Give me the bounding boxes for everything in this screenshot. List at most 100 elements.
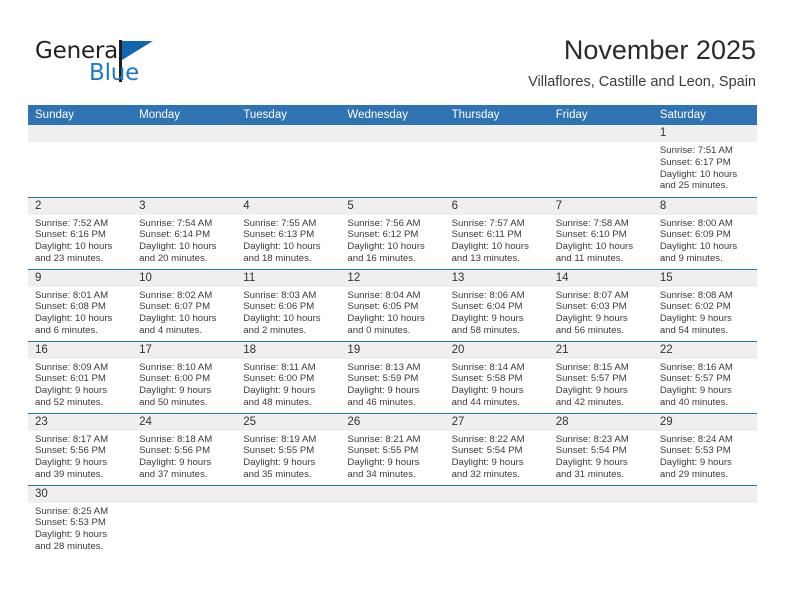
day-number-band: 25 bbox=[236, 413, 341, 431]
sun-times-line: Daylight: 10 hours bbox=[659, 241, 738, 253]
calendar-day-cell[interactable]: 28 Sunrise: 8:23 AM Sunset: 5:54 PM Dayligh… bbox=[548, 412, 653, 485]
sun-times-line: Sunrise: 7:51 AM bbox=[659, 145, 733, 156]
calendar-day-cell[interactable]: 17 Sunrise: 8:10 AM Sunset: 6:00 PM Dayligh… bbox=[132, 340, 237, 413]
calendar-day-cell[interactable]: 27 Sunrise: 8:22 AM Sunset: 5:54 PM Dayligh… bbox=[444, 412, 549, 485]
weekday-header-tuesday: Tuesday bbox=[236, 105, 341, 125]
sun-times-details: Sunrise: 8:01 AM Sunset: 6:08 PM Daylight:… bbox=[28, 287, 132, 337]
day-number: 12 bbox=[347, 271, 361, 284]
calendar-day-cell[interactable]: 4 Sunrise: 7:55 AM Sunset: 6:13 PM Daylight… bbox=[236, 196, 341, 269]
calendar-day-cell[interactable]: 24 Sunrise: 8:18 AM Sunset: 5:56 PM Dayligh… bbox=[132, 412, 237, 485]
day-number: 25 bbox=[243, 415, 257, 428]
calendar-day-cell-empty bbox=[444, 125, 549, 197]
sun-times-line: and 6 minutes. bbox=[35, 324, 98, 336]
sun-times-details: Sunrise: 8:09 AM Sunset: 6:01 PM Daylight:… bbox=[28, 359, 132, 409]
calendar-day-cell-empty bbox=[132, 125, 237, 197]
sun-times-details: Sunrise: 8:07 AM Sunset: 6:03 PM Daylight:… bbox=[549, 287, 653, 337]
day-number-band bbox=[444, 485, 549, 503]
day-number-band bbox=[28, 125, 133, 142]
sun-times-line: and 23 minutes. bbox=[35, 252, 104, 264]
sun-times-details bbox=[236, 142, 340, 145]
calendar-day-cell[interactable]: 2 Sunrise: 7:52 AM Sunset: 6:16 PM Daylight… bbox=[28, 196, 133, 269]
sun-times-line: Sunrise: 8:13 AM bbox=[347, 361, 421, 373]
calendar-day-cell[interactable]: 19 Sunrise: 8:13 AM Sunset: 5:59 PM Dayligh… bbox=[340, 340, 445, 413]
calendar-day-cell[interactable]: 11 Sunrise: 8:03 AM Sunset: 6:06 PM Dayligh… bbox=[236, 268, 341, 341]
calendar-day-cell[interactable]: 7 Sunrise: 7:58 AM Sunset: 6:10 PM Daylight… bbox=[548, 196, 653, 269]
sun-times-line: and 29 minutes. bbox=[659, 468, 729, 480]
page-subtitle: Villaflores, Castille and Leon, Spain bbox=[528, 74, 756, 90]
sun-times-details: Sunrise: 8:04 AM Sunset: 6:05 PM Daylight:… bbox=[340, 287, 444, 337]
sun-times-line: Sunrise: 8:16 AM bbox=[659, 361, 733, 373]
sun-times-line: Sunrise: 8:15 AM bbox=[555, 361, 629, 373]
sun-times-line: and 31 minutes. bbox=[555, 468, 624, 480]
calendar-day-cell[interactable]: 12 Sunrise: 8:04 AM Sunset: 6:05 PM Dayligh… bbox=[340, 268, 445, 341]
calendar-day-cell[interactable]: 26 Sunrise: 8:21 AM Sunset: 5:55 PM Dayligh… bbox=[340, 412, 445, 485]
calendar-day-cell[interactable]: 8 Sunrise: 8:00 AM Sunset: 6:09 PM Daylight… bbox=[652, 196, 757, 269]
sun-times-line: Sunset: 5:54 PM bbox=[555, 445, 627, 457]
sun-times-line: Daylight: 9 hours bbox=[347, 385, 420, 397]
sun-times-line: Sunset: 6:13 PM bbox=[243, 229, 315, 241]
sun-times-line: and 11 minutes. bbox=[555, 252, 624, 264]
day-number-band: 3 bbox=[132, 197, 237, 215]
sun-times-details: Sunrise: 8:18 AM Sunset: 5:56 PM Daylight:… bbox=[132, 431, 236, 481]
sun-times-line: Sunset: 5:57 PM bbox=[555, 373, 627, 385]
day-number: 22 bbox=[659, 343, 673, 356]
calendar-day-cell[interactable]: 29 Sunrise: 8:24 AM Sunset: 5:53 PM Dayligh… bbox=[652, 412, 757, 485]
sun-times-line: Sunset: 6:04 PM bbox=[451, 301, 523, 313]
calendar-day-cell[interactable]: 13 Sunrise: 8:06 AM Sunset: 6:04 PM Dayligh… bbox=[444, 268, 549, 341]
sun-times-line: Daylight: 9 hours bbox=[35, 529, 107, 541]
calendar-day-cell-empty bbox=[236, 125, 341, 197]
sun-times-line: and 35 minutes. bbox=[243, 468, 312, 480]
sun-times-line: Sunset: 6:00 PM bbox=[139, 373, 211, 385]
sun-times-line: Sunset: 6:14 PM bbox=[139, 229, 211, 241]
calendar-day-cell-empty bbox=[548, 484, 653, 557]
calendar-day-cell[interactable]: 25 Sunrise: 8:19 AM Sunset: 5:55 PM Dayligh… bbox=[236, 412, 341, 485]
calendar-day-cell[interactable]: 5 Sunrise: 7:56 AM Sunset: 6:12 PM Daylight… bbox=[340, 196, 445, 269]
day-number-band: 5 bbox=[340, 197, 445, 215]
sun-times-line: Sunset: 6:10 PM bbox=[555, 229, 627, 241]
calendar-day-cell[interactable]: 9 Sunrise: 8:01 AM Sunset: 6:08 PM Daylight… bbox=[28, 268, 133, 341]
sun-times-line: Sunset: 5:59 PM bbox=[347, 373, 419, 385]
sun-times-line: and 25 minutes. bbox=[659, 180, 729, 192]
sun-times-details: Sunrise: 8:08 AM Sunset: 6:02 PM Daylight:… bbox=[653, 287, 757, 337]
calendar-day-cell[interactable]: 14 Sunrise: 8:07 AM Sunset: 6:03 PM Dayligh… bbox=[548, 268, 653, 341]
sun-times-line: Daylight: 9 hours bbox=[243, 385, 316, 397]
calendar-day-cell[interactable]: 22 Sunrise: 8:16 AM Sunset: 5:57 PM Dayligh… bbox=[652, 340, 757, 413]
sun-times-line: Daylight: 9 hours bbox=[35, 457, 107, 469]
day-number: 11 bbox=[243, 271, 256, 284]
calendar-day-cell[interactable]: 3 Sunrise: 7:54 AM Sunset: 6:14 PM Daylight… bbox=[132, 196, 237, 269]
day-number: 28 bbox=[555, 415, 569, 428]
sun-times-details bbox=[132, 503, 236, 506]
calendar-day-cell[interactable]: 23 Sunrise: 8:17 AM Sunset: 5:56 PM Dayligh… bbox=[28, 412, 133, 485]
sun-times-details: Sunrise: 8:17 AM Sunset: 5:56 PM Daylight:… bbox=[28, 431, 132, 481]
sun-times-line: Sunset: 5:58 PM bbox=[451, 373, 523, 385]
calendar-day-cell[interactable]: 20 Sunrise: 8:14 AM Sunset: 5:58 PM Dayligh… bbox=[444, 340, 549, 413]
calendar-day-cell[interactable]: 10 Sunrise: 8:02 AM Sunset: 6:07 PM Dayligh… bbox=[132, 268, 237, 341]
sun-times-line: Sunset: 5:53 PM bbox=[35, 517, 106, 529]
calendar-day-cell[interactable]: 16 Sunrise: 8:09 AM Sunset: 6:01 PM Dayligh… bbox=[28, 340, 133, 413]
sun-times-line: Sunrise: 7:52 AM bbox=[35, 217, 109, 229]
calendar-day-cell[interactable]: 6 Sunrise: 7:57 AM Sunset: 6:11 PM Daylight… bbox=[444, 196, 549, 269]
title-block: November 2025 Villaflores, Castille and … bbox=[528, 34, 756, 91]
sun-times-line: Sunrise: 8:14 AM bbox=[451, 361, 525, 373]
weekday-header-wednesday: Wednesday bbox=[340, 105, 445, 125]
calendar-day-cell[interactable]: 18 Sunrise: 8:11 AM Sunset: 6:00 PM Dayligh… bbox=[236, 340, 341, 413]
sun-times-details: Sunrise: 8:21 AM Sunset: 5:55 PM Daylight:… bbox=[340, 431, 444, 481]
calendar-day-cell[interactable]: 21 Sunrise: 8:15 AM Sunset: 5:57 PM Dayligh… bbox=[548, 340, 653, 413]
calendar-header-row: Sunday Monday Tuesday Wednesday Thursday Frid… bbox=[28, 105, 757, 125]
day-number-band bbox=[132, 485, 237, 503]
calendar-day-cell[interactable]: 15 Sunrise: 8:08 AM Sunset: 6:02 PM Dayligh… bbox=[652, 268, 757, 341]
sun-times-line: Sunrise: 8:21 AM bbox=[347, 433, 421, 445]
calendar-day-cell[interactable]: 30 Sunrise: 8:25 AM Sunset: 5:53 PM Dayligh… bbox=[28, 484, 133, 557]
day-number: 18 bbox=[243, 343, 257, 356]
sun-times-details: Sunrise: 8:16 AM Sunset: 5:57 PM Daylight:… bbox=[653, 359, 757, 409]
sun-times-line: Sunrise: 8:19 AM bbox=[243, 433, 317, 445]
sun-times-line: Sunset: 6:11 PM bbox=[451, 229, 522, 241]
day-number: 26 bbox=[347, 415, 361, 428]
sun-times-line: Sunrise: 7:54 AM bbox=[139, 217, 213, 229]
sun-times-details: Sunrise: 8:24 AM Sunset: 5:53 PM Daylight:… bbox=[653, 431, 757, 481]
sun-times-line: Daylight: 10 hours bbox=[139, 313, 217, 325]
sun-times-line: Sunrise: 8:09 AM bbox=[35, 361, 109, 373]
calendar-day-cell[interactable]: 1 Sunrise: 7:51 AM Sunset: 6:17 PM Daylight… bbox=[652, 125, 757, 197]
day-number-band: 26 bbox=[340, 413, 445, 431]
calendar-day-cell-empty bbox=[28, 125, 133, 197]
